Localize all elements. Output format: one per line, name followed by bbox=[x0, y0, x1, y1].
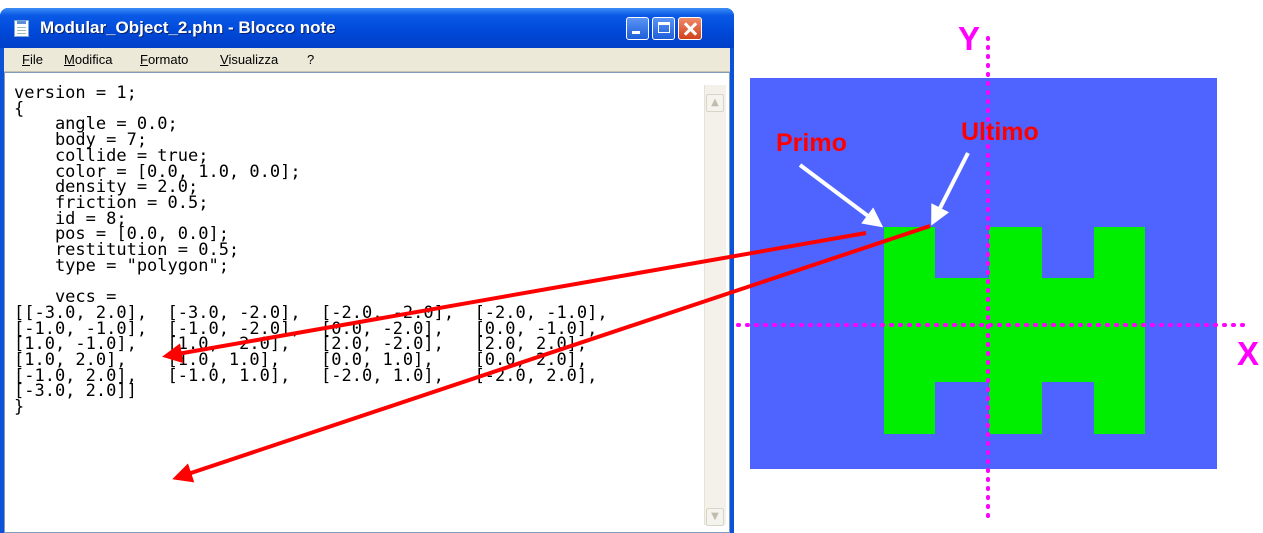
annotation-arrows bbox=[162, 152, 970, 483]
primo-pointer-arrow bbox=[798, 163, 884, 228]
first-vertex-arrow bbox=[162, 231, 867, 364]
last-vertex-arrow bbox=[172, 224, 931, 483]
primo-label: Primo bbox=[776, 129, 847, 157]
x-axis-label: X bbox=[1237, 335, 1260, 372]
ultimo-label: Ultimo bbox=[961, 118, 1039, 146]
ultimo-pointer-arrow bbox=[931, 152, 970, 226]
y-axis-label: Y bbox=[958, 20, 981, 57]
